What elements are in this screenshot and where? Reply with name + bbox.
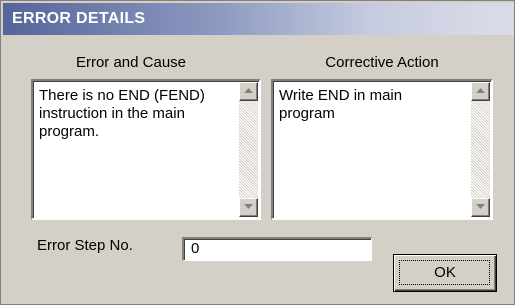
error-cause-text: There is no END (FEND) instruction in th… bbox=[39, 87, 205, 140]
dialog-title: ERROR DETAILS bbox=[12, 10, 146, 27]
ok-button[interactable]: OK bbox=[393, 254, 497, 292]
corrective-action-scroll-up-button[interactable] bbox=[471, 82, 490, 101]
corrective-action-text: Write END in main program bbox=[279, 87, 403, 122]
ok-button-label: OK bbox=[434, 264, 456, 281]
error-step-field[interactable]: 0 bbox=[182, 237, 372, 261]
error-cause-scroll-up-button[interactable] bbox=[239, 82, 258, 101]
corrective-action-textbox[interactable]: Write END in main program bbox=[271, 79, 493, 220]
error-cause-scrollbar[interactable] bbox=[239, 82, 258, 217]
error-cause-scroll-down-button[interactable] bbox=[239, 198, 258, 217]
error-step-label: Error Step No. bbox=[37, 237, 133, 254]
corrective-action-scrollbar[interactable] bbox=[471, 82, 490, 217]
error-cause-label: Error and Cause bbox=[75, 54, 187, 71]
corrective-action-scroll-down-button[interactable] bbox=[471, 198, 490, 217]
arrow-down-icon bbox=[476, 204, 485, 209]
error-cause-textbox[interactable]: There is no END (FEND) instruction in th… bbox=[31, 79, 261, 220]
error-details-dialog: ERROR DETAILS Error and Cause Corrective… bbox=[0, 0, 515, 305]
arrow-up-icon bbox=[244, 88, 253, 93]
arrow-down-icon bbox=[244, 204, 253, 209]
titlebar-tail bbox=[491, 3, 514, 35]
corrective-action-label: Corrective Action bbox=[325, 54, 439, 71]
dialog-titlebar: ERROR DETAILS bbox=[3, 3, 491, 35]
arrow-up-icon bbox=[476, 88, 485, 93]
